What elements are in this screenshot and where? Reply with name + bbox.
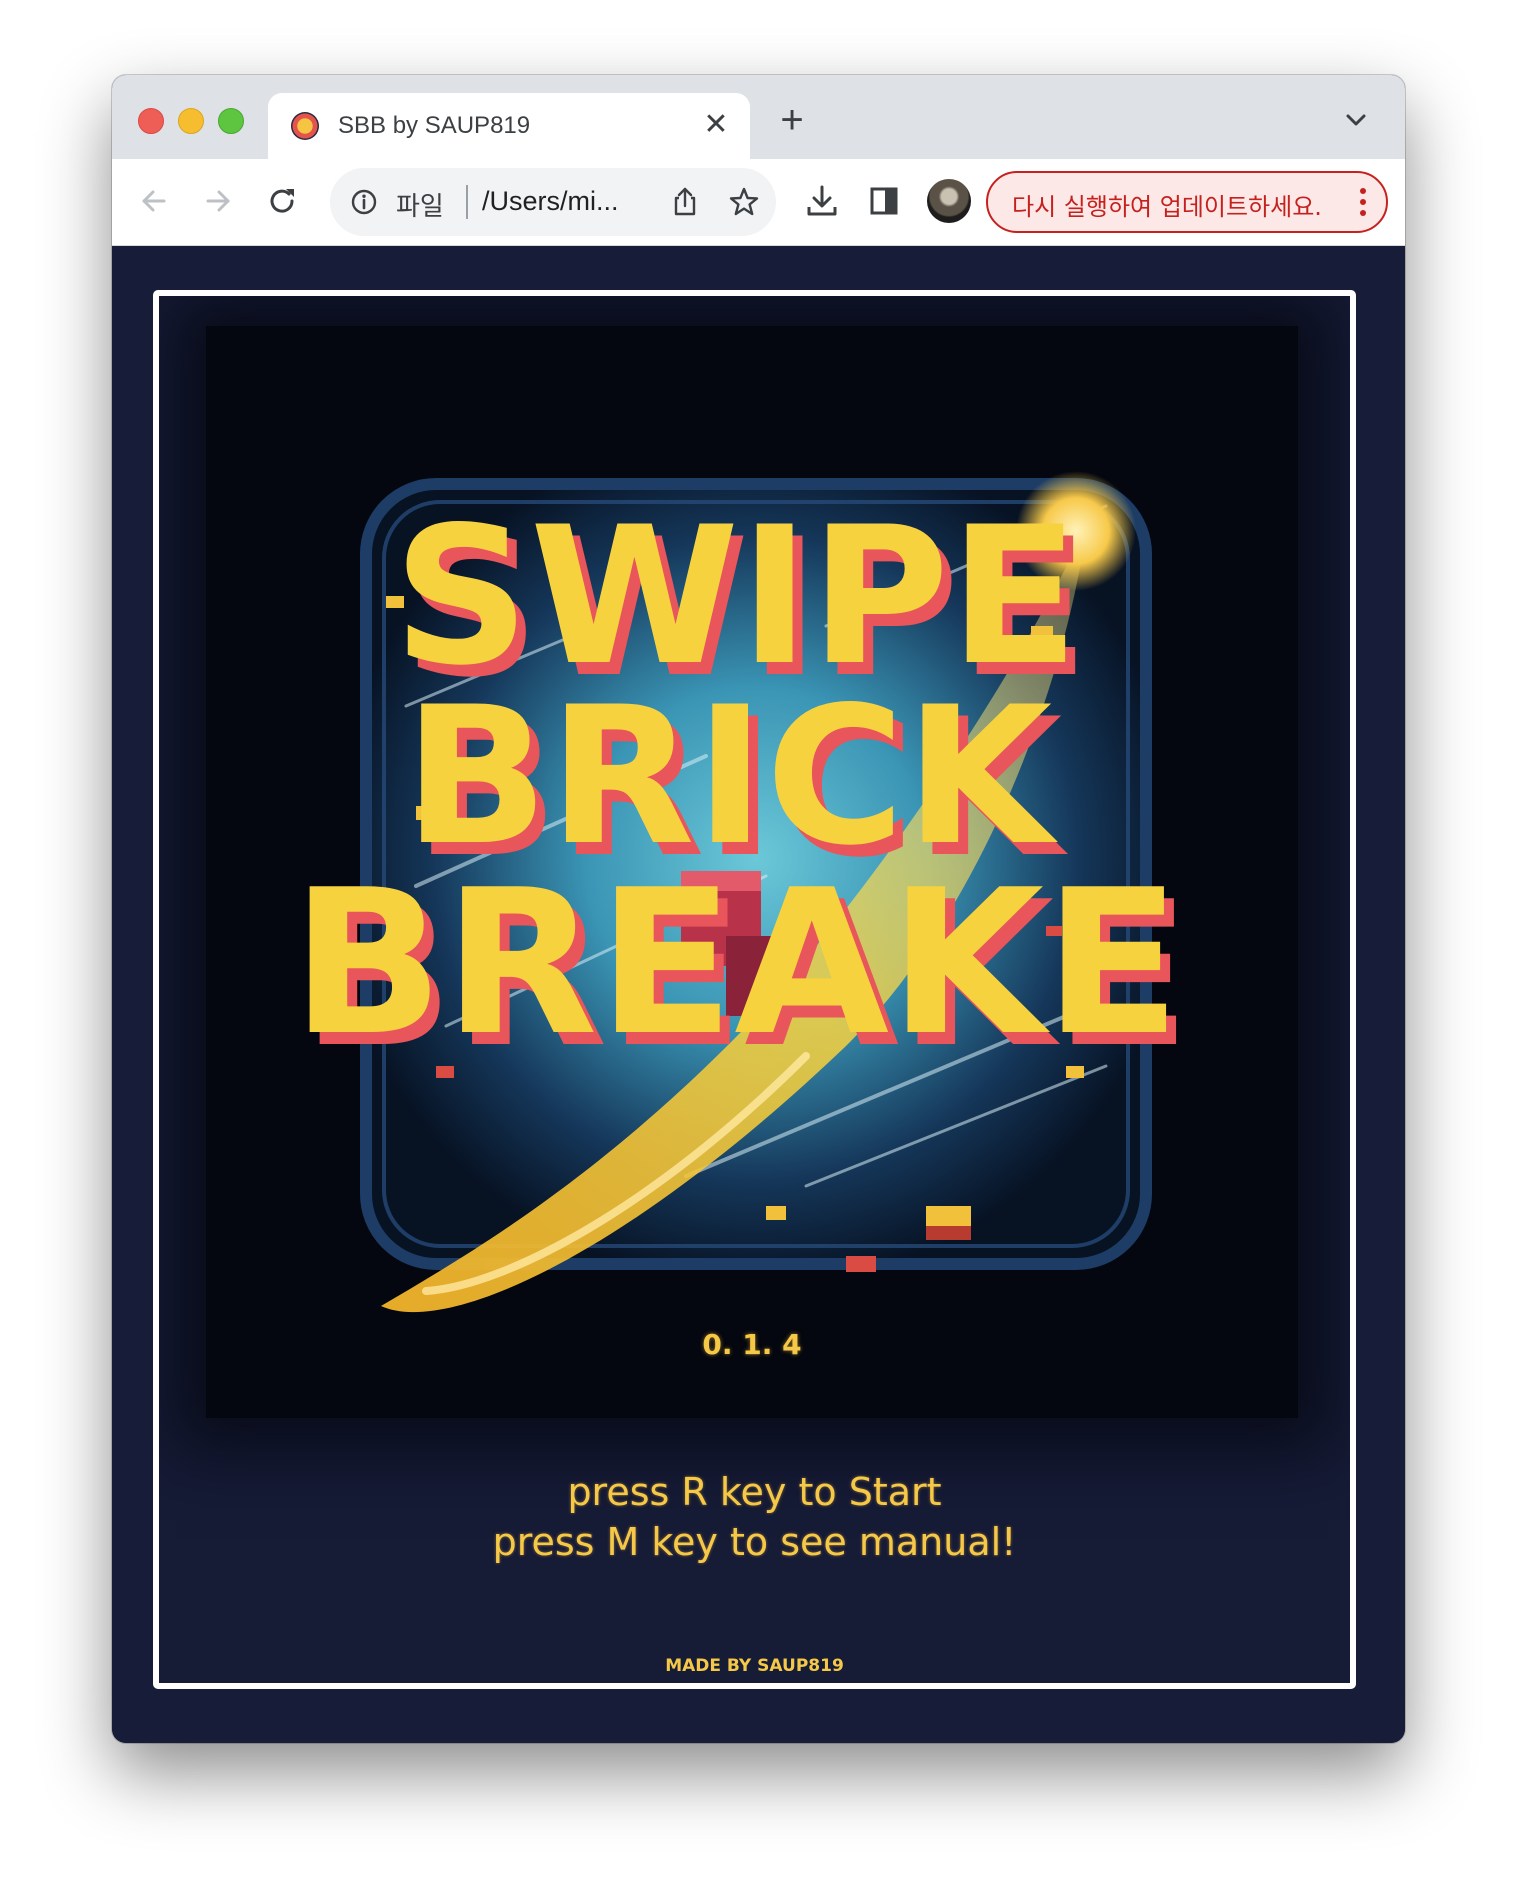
address-bar[interactable]: 파일 /Users/mi... — [330, 168, 776, 236]
tab-close-icon[interactable]: ✕ — [700, 109, 732, 141]
update-button-label: 다시 실행하여 업데이트하세요. — [1012, 193, 1322, 221]
game-favicon-icon — [291, 112, 319, 140]
page-content: SWIPE BRICK BREAKE SWIPE BRICK BREAKE 0.… — [112, 246, 1405, 1743]
maximize-window-button[interactable] — [218, 108, 244, 134]
profile-avatar[interactable] — [927, 179, 971, 223]
tab-search-chevron-icon[interactable] — [1341, 105, 1371, 135]
share-icon[interactable] — [670, 186, 700, 218]
title-artwork: SWIPE BRICK BREAKE SWIPE BRICK BREAKE — [291, 471, 1191, 1313]
minimize-window-button[interactable] — [178, 108, 204, 134]
browser-toolbar: 파일 /Users/mi... 다시 실행하여 업데이트하세요. — [112, 159, 1405, 246]
back-arrow-icon[interactable] — [134, 181, 174, 221]
tab-strip: SBB by SAUP819 ✕ + — [112, 75, 1405, 159]
url-scheme-label: 파일 — [396, 192, 444, 222]
manual-prompt: press M key to see manual! — [492, 1520, 1017, 1564]
version-label: 0. 1. 4 — [702, 1328, 802, 1361]
bookmark-star-icon[interactable] — [728, 186, 760, 218]
close-window-button[interactable] — [138, 108, 164, 134]
kebab-menu-icon[interactable] — [1358, 186, 1368, 218]
side-panel-icon[interactable] — [864, 181, 904, 221]
browser-window: SBB by SAUP819 ✕ + 파일 /Users/mi... 다시 실행… — [112, 75, 1405, 1743]
splash-screen: SWIPE BRICK BREAKE SWIPE BRICK BREAKE 0.… — [206, 326, 1298, 1418]
tab-title: SBB by SAUP819 — [338, 112, 531, 139]
relaunch-update-button[interactable]: 다시 실행하여 업데이트하세요. — [986, 171, 1388, 233]
title-line-3: BREAKE — [291, 847, 1180, 1080]
download-icon[interactable] — [802, 181, 842, 221]
new-tab-button[interactable]: + — [772, 100, 812, 141]
site-info-icon[interactable] — [350, 188, 378, 216]
reload-icon[interactable] — [262, 181, 302, 221]
start-prompt: press R key to Start — [567, 1470, 942, 1514]
tab-active[interactable]: SBB by SAUP819 ✕ — [268, 93, 750, 159]
omnibox-divider — [466, 185, 468, 219]
url-text[interactable]: /Users/mi... — [482, 186, 619, 217]
credit-label: MADE BY SAUP819 — [665, 1656, 844, 1676]
forward-arrow-icon[interactable] — [198, 181, 238, 221]
game-canvas[interactable]: SWIPE BRICK BREAKE SWIPE BRICK BREAKE 0.… — [153, 290, 1356, 1689]
